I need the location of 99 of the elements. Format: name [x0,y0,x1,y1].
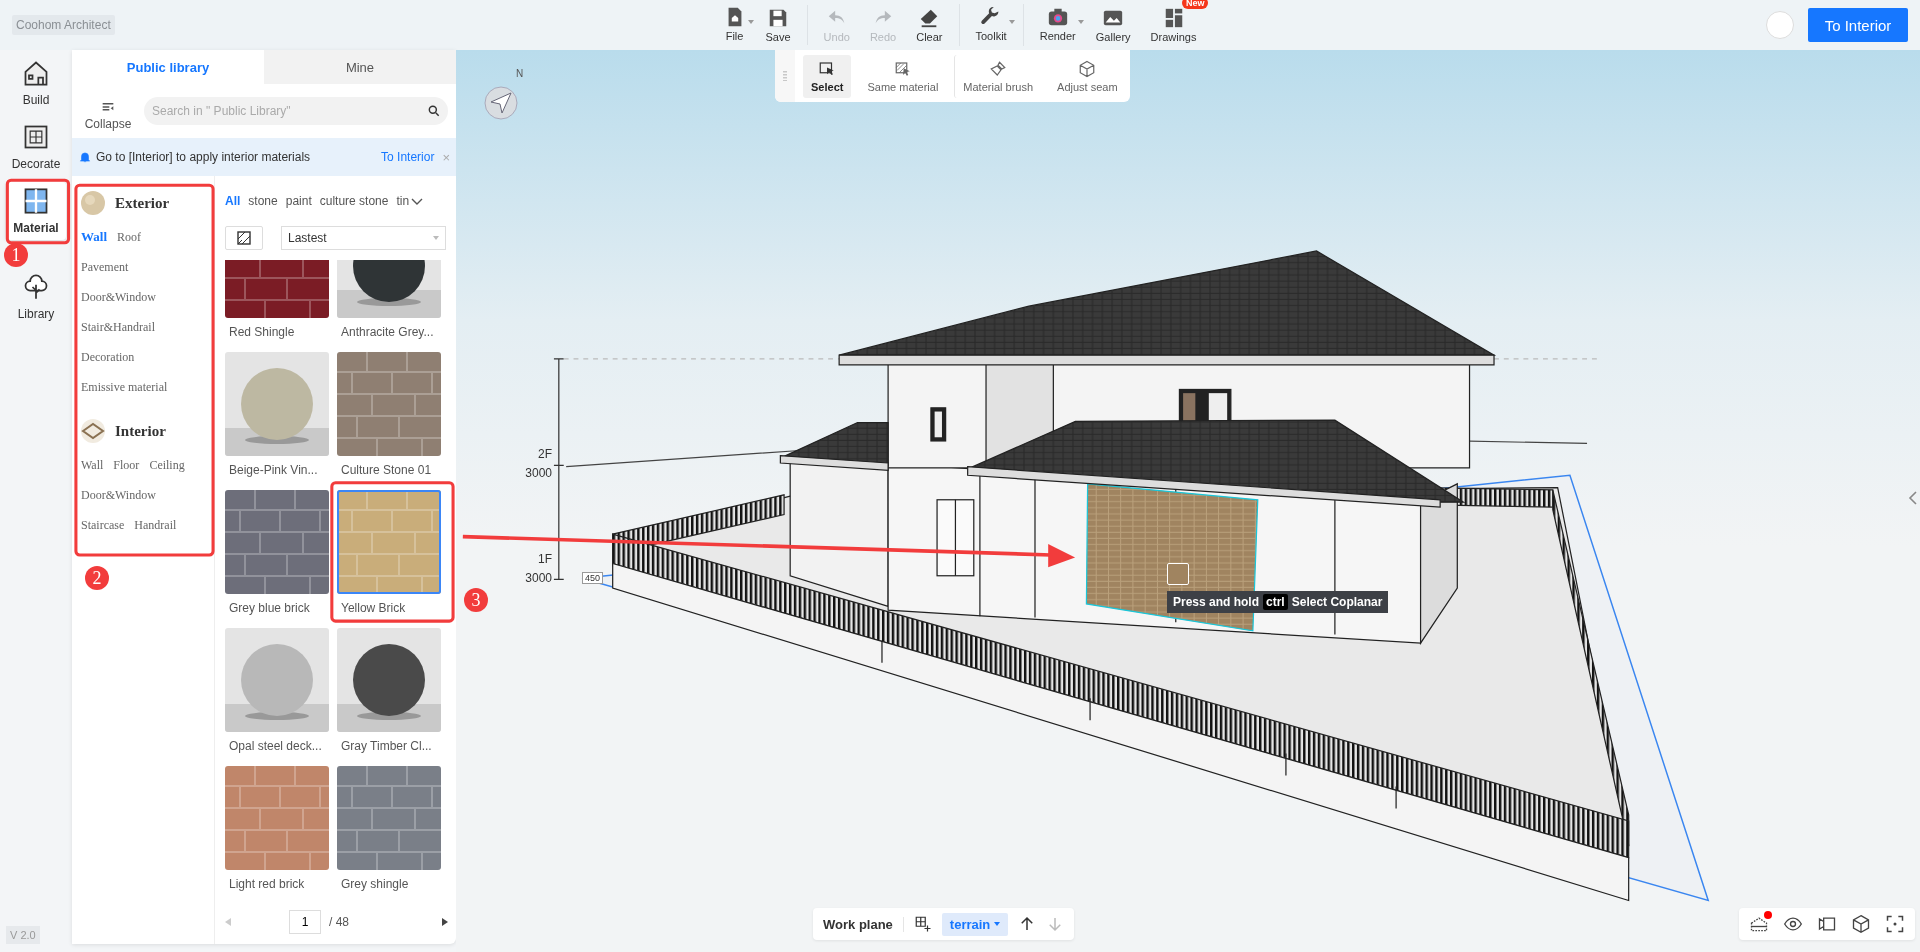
hatched-square-icon [237,231,251,245]
rail-item[interactable]: Decorate [6,118,66,176]
filter-tag[interactable]: tin [396,194,410,208]
new-badge: New [1181,0,1209,9]
house-icon [22,59,50,87]
view-tool-button[interactable] [1851,914,1871,934]
category-item[interactable]: Wall [81,457,104,473]
search-icon [427,104,441,118]
category-item[interactable]: Decoration [81,349,135,365]
work-plane-label: Work plane [823,916,904,932]
material-card[interactable]: Light red brick [225,766,329,896]
drag-handle[interactable] [775,50,795,102]
material-tool-button[interactable]: Same material [859,54,947,98]
category-item[interactable]: Wall [81,229,107,245]
material-card[interactable]: Gray Timber Cl... [337,628,441,758]
notice-text: Go to [Interior] to apply interior materials [96,150,312,164]
rail-item[interactable]: Material [6,182,66,240]
category-item[interactable]: Ceiling [149,457,185,473]
category-item[interactable]: Pavement [81,259,129,275]
floor-label: 2F [537,446,552,463]
toolbar-button[interactable]: Toolkit [965,4,1017,46]
library-tab[interactable]: Public library [72,50,264,84]
material-card[interactable]: Grey blue brick [225,490,329,620]
app-title: Coohom Architect [12,15,115,35]
material-card[interactable]: Red Shingle [225,260,329,344]
floor-height-label: 3000 [524,570,552,587]
category-item[interactable]: Handrail [134,517,177,533]
to-interior-button[interactable]: To Interior [1808,8,1908,42]
category-item[interactable]: Door&Window [81,289,156,305]
material-tool-button[interactable]: Adjust seam [1049,54,1126,98]
notification-dot [1764,911,1772,919]
filter-tag[interactable]: All [225,194,241,208]
rail-item[interactable]: Library [6,268,66,326]
category-item[interactable]: Stair&Handrail [81,319,155,335]
category-title: Exterior [115,194,170,212]
north-label: N [516,68,524,79]
key-label: ctrl [1263,594,1288,610]
tree-icon [22,273,50,301]
select-icon [818,59,837,78]
tooltip-text: Select Coplanar [1291,595,1383,609]
bell-icon [78,150,92,164]
floor-label: 1F [537,551,552,568]
window-icon [22,187,50,215]
filter-tag[interactable]: paint [285,194,312,208]
compass-icon[interactable] [484,86,518,120]
grip-icon [783,70,787,82]
page-total: / 48 [329,915,350,929]
category-item[interactable]: Roof [117,229,141,245]
cube-icon [1078,59,1097,78]
toolbar-button[interactable]: Save [755,5,801,45]
collapse-button[interactable]: Collapse [72,90,144,132]
add-plane-button[interactable] [913,915,932,933]
next-page-icon[interactable] [442,918,448,926]
category-item[interactable]: Emissive material [81,379,168,395]
to-interior-link[interactable]: To Interior [381,150,435,164]
focus-icon [1885,914,1905,934]
toolbar-button[interactable]: File [713,4,756,46]
annotation-box [5,178,71,245]
category-title: Interior [115,422,166,440]
category-item[interactable]: Floor [113,457,140,473]
category-item[interactable]: Door&Window [81,487,156,503]
tooltip-text: Press and hold [1173,595,1260,609]
material-tool-button[interactable]: Select [803,54,852,98]
toolbar-button[interactable]: Clear [906,5,953,45]
material-card[interactable]: Beige-Pink Vin... [225,352,329,482]
search-button[interactable] [420,97,448,125]
filter-tag[interactable]: stone [248,194,278,208]
toolbar-button[interactable]: Render [1029,4,1086,46]
material-swatch-icon [81,419,105,443]
base-height-label: 450 [582,572,604,584]
material-card[interactable]: Yellow Brick [337,490,441,620]
material-card[interactable]: Anthracite Grey... [337,260,441,344]
category-item[interactable]: Staircase [81,517,125,533]
view-toggle-button[interactable] [225,226,263,250]
sort-dropdown[interactable]: Lastest [281,226,446,250]
material-card[interactable]: Opal steel deck... [225,628,329,758]
view-tool-button[interactable] [1749,914,1769,934]
version-label: V 2.0 [6,926,40,944]
page-input[interactable]: 1 [289,910,321,934]
brush-icon [989,59,1008,78]
material-tool-button[interactable]: Material brush [954,54,1042,98]
view-tool-button[interactable] [1885,914,1905,934]
floor-height-label: 3000 [524,465,552,482]
camera-icon [1046,6,1069,28]
toolbar-button[interactable]: Gallery [1085,5,1141,45]
hatched-cursor-icon [893,59,912,78]
tile-grid-icon [22,123,50,151]
filter-tag[interactable]: culture stone [319,194,389,208]
rail-item[interactable]: Build [6,54,66,112]
search-field[interactable]: Search in " Public Library" [144,97,420,125]
cube-icon [1851,914,1871,934]
material-card[interactable]: Grey shingle [337,766,441,896]
step-marker: 1 [4,243,28,267]
grid-plus-icon [913,915,932,933]
material-swatch-icon [81,191,105,215]
cursor-swatch [1167,563,1189,585]
expand-chevron-icon[interactable] [1908,490,1918,506]
material-card[interactable]: Culture Stone 01 [337,352,441,482]
library-tab[interactable]: Mine [264,50,456,84]
